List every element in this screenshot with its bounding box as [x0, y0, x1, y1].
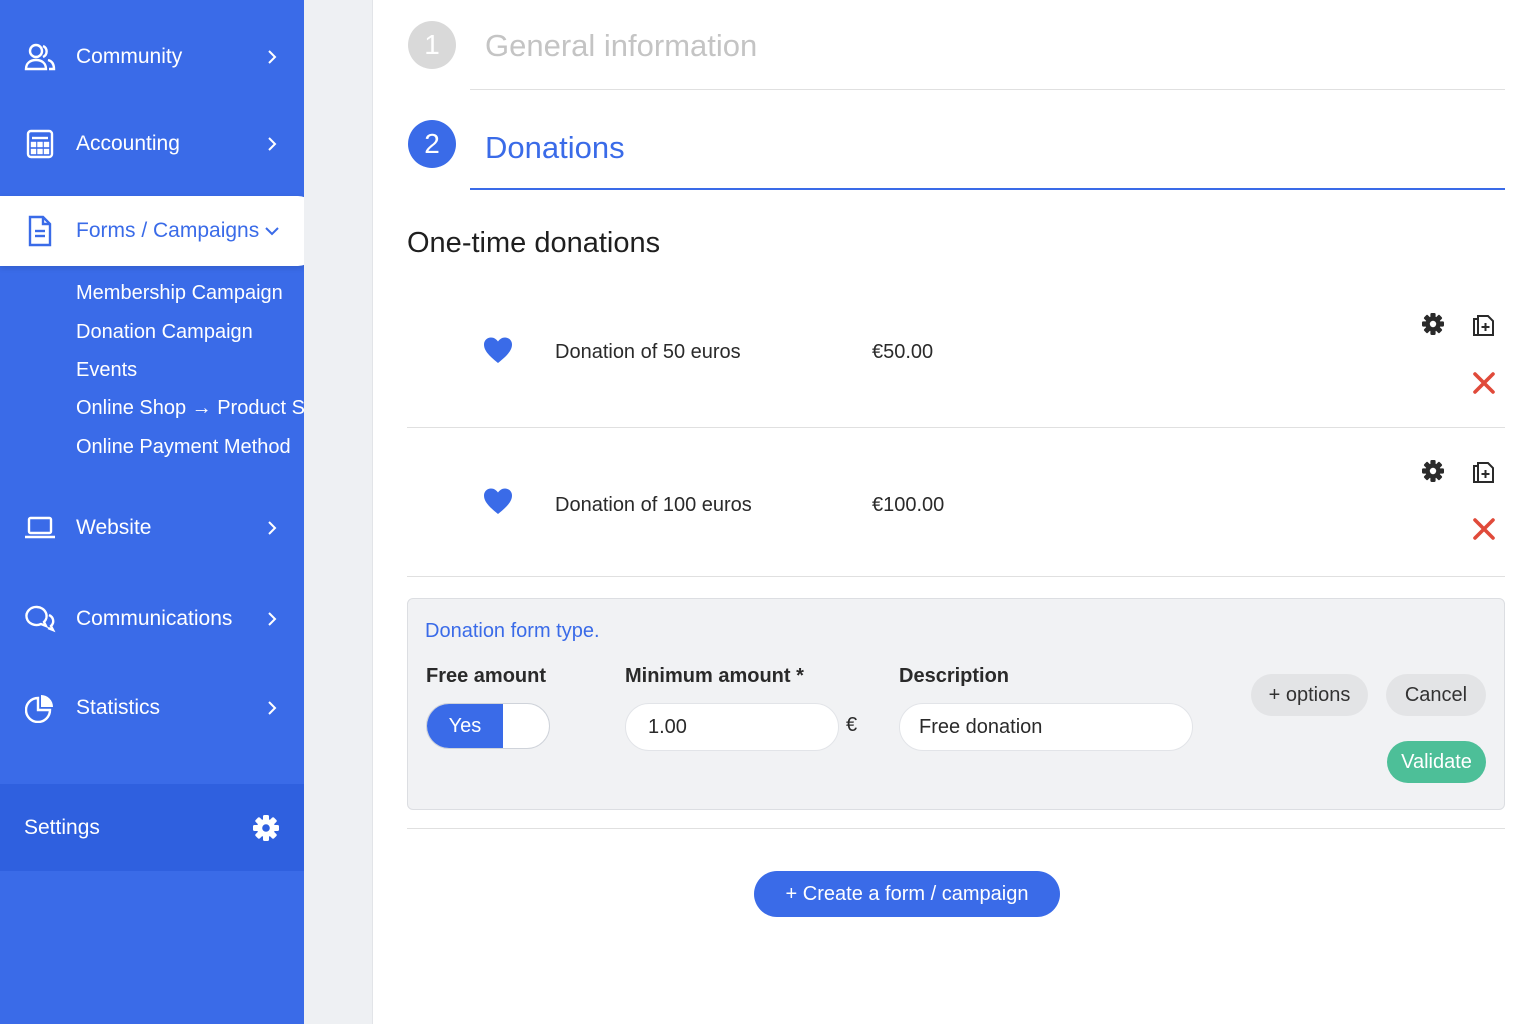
nav-accounting-label: Accounting: [76, 132, 180, 155]
gear-icon[interactable]: [1421, 459, 1447, 485]
free-amount-label: Free amount: [426, 665, 547, 687]
sidebar: Community Accounting Forms / Campaigns M…: [0, 0, 342, 1024]
gear-icon: [252, 814, 280, 842]
nav-community[interactable]: Community: [0, 27, 304, 87]
subitem-events[interactable]: Events: [76, 359, 137, 382]
nav-communications-label: Communications: [76, 607, 233, 630]
chevron-down-icon: [262, 221, 282, 241]
donation-amount: €50.00: [872, 341, 934, 363]
duplicate-icon[interactable]: [1471, 312, 1497, 338]
nav-forms-campaigns[interactable]: Forms / Campaigns: [0, 196, 316, 266]
content-gutter: [304, 0, 372, 1024]
currency-symbol: €: [846, 714, 858, 736]
chevron-right-icon: [262, 134, 282, 154]
form-title: Donation form type.: [425, 620, 600, 642]
free-amount-toggle[interactable]: Yes: [426, 703, 550, 749]
heart-icon: [483, 487, 513, 515]
chevron-right-icon: [262, 698, 282, 718]
section-divider: [407, 828, 1505, 829]
calculator-icon: [24, 128, 56, 160]
pie-chart-icon: [24, 692, 56, 724]
step-1-number: 1: [408, 21, 456, 69]
community-icon: [24, 41, 56, 73]
row-divider: [407, 427, 1505, 428]
step-2-number: 2: [408, 120, 456, 168]
nav-statistics[interactable]: Statistics: [0, 678, 304, 738]
chevron-right-icon: [262, 518, 282, 538]
settings-label: Settings: [24, 815, 100, 839]
nav-community-label: Community: [76, 45, 183, 68]
section-title: One-time donations: [407, 227, 661, 259]
list-item: Donation of 100 euros €100.00: [407, 448, 1505, 576]
description-input[interactable]: Free donation: [899, 703, 1193, 751]
minimum-amount-input[interactable]: 1.00: [625, 703, 839, 751]
list-item: Donation of 50 euros €50.00: [407, 300, 1505, 428]
donation-amount: €100.00: [872, 494, 945, 516]
minimum-amount-label: Minimum amount *: [625, 665, 804, 687]
step-1-title[interactable]: General information: [485, 28, 757, 64]
options-button[interactable]: + options: [1251, 674, 1368, 716]
laptop-icon: [24, 512, 56, 544]
nav-statistics-label: Statistics: [76, 696, 161, 719]
subitem-online-payment-method[interactable]: Online Payment Method: [76, 436, 291, 459]
description-label: Description: [899, 665, 1010, 687]
donation-label: Donation of 50 euros: [555, 341, 741, 363]
subitem-membership-campaign[interactable]: Membership Campaign: [76, 282, 283, 305]
gear-icon[interactable]: [1421, 312, 1447, 338]
row-divider: [407, 576, 1505, 577]
chevron-right-icon: [262, 609, 282, 629]
settings-button[interactable]: Settings: [0, 784, 304, 871]
main-content: 1 General information 2 Donations One-ti…: [372, 0, 1536, 1024]
chat-icon: [24, 603, 56, 635]
delete-icon[interactable]: [1471, 370, 1497, 396]
subitem-donation-campaign[interactable]: Donation Campaign: [76, 321, 253, 344]
duplicate-icon[interactable]: [1471, 459, 1497, 485]
chevron-right-icon: [262, 47, 282, 67]
toggle-yes: Yes: [427, 704, 503, 748]
validate-button[interactable]: Validate: [1387, 741, 1486, 783]
delete-icon[interactable]: [1471, 516, 1497, 542]
create-form-campaign-button[interactable]: + Create a form / campaign: [754, 871, 1060, 917]
nav-website[interactable]: Website: [0, 498, 304, 558]
nav-accounting[interactable]: Accounting: [0, 114, 304, 174]
step-1-divider: [470, 89, 1505, 90]
document-icon: [24, 215, 56, 247]
subitem-online-shop[interactable]: Online Shop → Product Sales: [76, 397, 342, 420]
nav-forms-campaigns-label: Forms / Campaigns: [76, 219, 260, 242]
donation-label: Donation of 100 euros: [555, 494, 752, 516]
step-2-divider: [470, 188, 1505, 190]
step-2-title[interactable]: Donations: [485, 130, 625, 166]
nav-website-label: Website: [76, 516, 152, 539]
donation-form-panel: Donation form type. Free amount Yes Mini…: [407, 598, 1505, 810]
heart-icon: [483, 336, 513, 364]
cancel-button[interactable]: Cancel: [1386, 674, 1486, 716]
nav-communications[interactable]: Communications: [0, 589, 304, 649]
